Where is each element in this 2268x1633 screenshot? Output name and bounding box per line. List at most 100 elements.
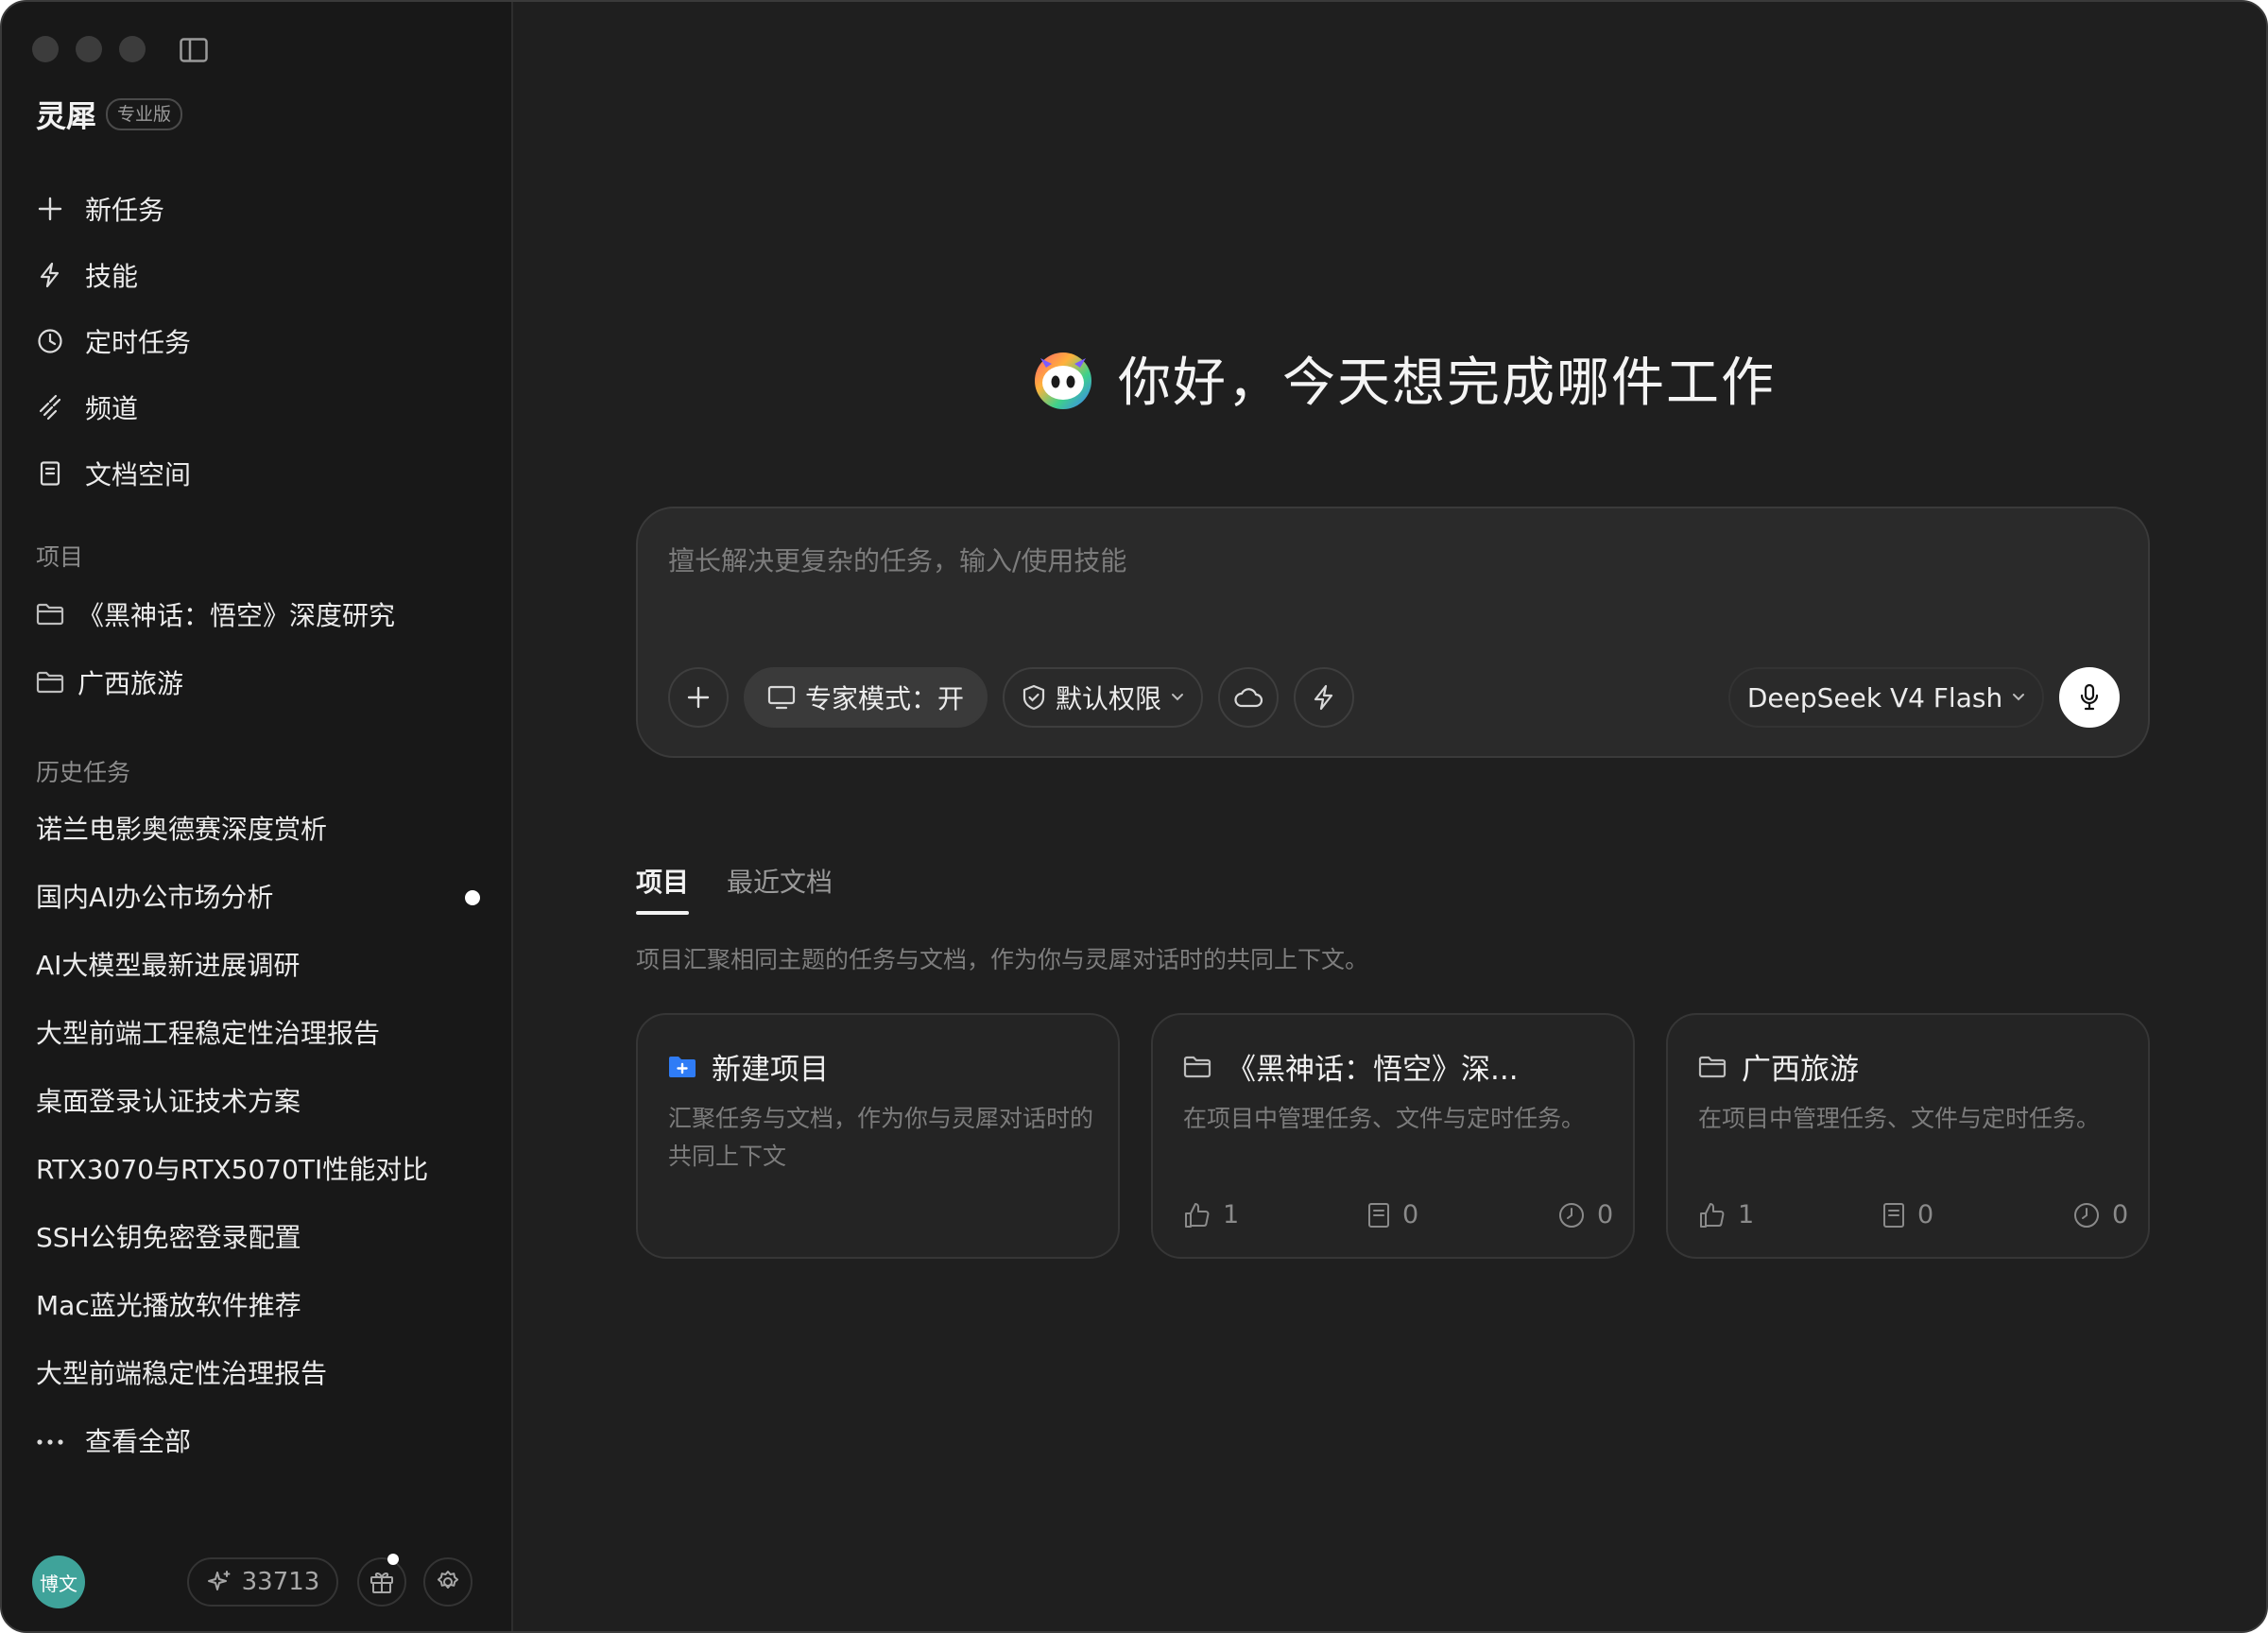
minimize-window-button[interactable] [76,36,102,62]
expert-mode-label: 专家模式：开 [804,683,964,714]
nav-label: 技能 [85,261,139,292]
more-icon [37,1439,63,1445]
notification-dot [387,1554,399,1565]
thumbs-up-icon [1185,1202,1210,1228]
prompt-input[interactable] [668,537,1991,584]
history-item[interactable]: 诺兰电影奥德赛深度赏析 [36,796,480,864]
doc-count-value: 0 [1402,1200,1419,1229]
history-item-label: 国内AI办公市场分析 [36,882,274,913]
task-count: 1 [1183,1200,1239,1229]
doc-count: 0 [1366,1200,1418,1229]
card-title-text: 新建项目 [712,1053,829,1087]
card-stats: 1 0 0 [1698,1200,2128,1234]
card-stats: 1 0 0 [1183,1200,1613,1234]
history-item[interactable]: 桌面登录认证技术方案 [36,1068,480,1136]
chevron-down-icon [1172,694,1183,701]
card-description: 在项目中管理任务、文件与定时任务。 [1698,1105,2101,1132]
tab-recent-docs[interactable]: 最近文档 [727,862,833,915]
doc-count: 0 [1881,1200,1933,1229]
nav-scheduled-tasks[interactable]: 定时任务 [36,308,480,374]
permission-dropdown[interactable]: 默认权限 [1003,667,1203,728]
project-item[interactable]: 《黑神话：悟空》深度研究 [36,580,480,648]
plus-icon [687,686,710,709]
nav-skills[interactable]: 技能 [36,242,480,308]
composer: 专家模式：开 默认权限 DeepSeek V4 Flash [636,507,2150,758]
project-cards: 新建项目 汇聚任务与文档，作为你与灵犀对话时的共同上下文 《黑神话：悟空》深..… [636,1013,2150,1259]
document-icon [1883,1202,1904,1228]
project-label: 广西旅游 [77,668,184,699]
card-description: 在项目中管理任务、文件与定时任务。 [1183,1105,1586,1132]
voice-input-button[interactable] [2059,667,2120,728]
microphone-icon [2080,683,2099,711]
model-label: DeepSeek V4 Flash [1746,681,2003,713]
nav-doc-space[interactable]: 文档空间 [36,440,480,507]
cloud-icon [1234,688,1263,708]
new-project-card[interactable]: 新建项目 汇聚任务与文档，作为你与灵犀对话时的共同上下文 [636,1013,1120,1259]
zoom-window-button[interactable] [119,36,146,62]
unread-dot [465,890,480,905]
plus-icon [36,195,64,223]
greeting: 你好，今天想完成哪件工作 [1031,340,1776,417]
doc-count-value: 0 [1917,1200,1934,1229]
tab-projects[interactable]: 项目 [636,862,690,915]
document-icon [36,459,64,488]
nav-channels[interactable]: 频道 [36,374,480,440]
channel-icon [36,393,64,421]
gift-icon [370,1572,393,1593]
card-title: 新建项目 [668,1045,829,1088]
projects-section-label: 项目 [36,543,84,571]
project-card[interactable]: 广西旅游 在项目中管理任务、文件与定时任务。 1 0 0 [1666,1013,2150,1259]
task-count: 1 [1698,1200,1754,1229]
permission-label: 默认权限 [1055,683,1161,714]
sidebar: 灵犀 专业版 新任务 技能 定时任务 频道 文档空间 项目 《黑神话：悟空》深度… [2,2,513,1631]
history-item[interactable]: 大型前端工程稳定性治理报告 [36,1000,480,1068]
view-all-history-button[interactable]: 查看全部 [36,1408,480,1476]
schedule-count-value: 0 [1597,1200,1614,1229]
card-title-text: 《黑神话：悟空》深... [1227,1053,1519,1087]
thumbs-up-icon [1700,1202,1725,1228]
chevron-down-icon [2013,694,2025,701]
tab-description: 项目汇聚相同主题的任务与文档，作为你与灵犀对话时的共同上下文。 [636,946,1369,973]
history-item[interactable]: Mac蓝光播放软件推荐 [36,1272,480,1340]
cloud-button[interactable] [1218,667,1279,728]
settings-button[interactable] [423,1557,472,1607]
credits-button[interactable]: 33713 [187,1557,338,1607]
history-item[interactable]: 国内AI办公市场分析 [36,864,480,932]
edition-badge: 专业版 [106,98,183,130]
history-section-label: 历史任务 [36,759,131,786]
clock-icon [1559,1202,1584,1228]
nav-new-task[interactable]: 新任务 [36,176,480,242]
project-item[interactable]: 广西旅游 [36,648,480,716]
greeting-text: 你好，今天想完成哪件工作 [1118,352,1776,414]
bolt-icon [1314,684,1333,711]
sidebar-toggle-icon[interactable] [180,38,208,62]
gear-icon [437,1571,459,1589]
project-card[interactable]: 《黑神话：悟空》深... 在项目中管理任务、文件与定时任务。 1 0 0 [1151,1013,1635,1259]
sparkle-icon [207,1571,231,1590]
clock-icon [2074,1202,2099,1228]
sidebar-footer: 博文 33713 [32,1554,484,1608]
model-selector[interactable]: DeepSeek V4 Flash [1728,667,2044,728]
main-nav: 新任务 技能 定时任务 频道 文档空间 [36,176,480,507]
history-item[interactable]: 大型前端稳定性治理报告 [36,1340,480,1408]
expert-mode-toggle[interactable]: 专家模式：开 [744,667,988,728]
content-tabs: 项目 最近文档 [636,862,833,915]
folder-icon [36,603,64,626]
folder-icon [36,671,64,694]
card-title: 广西旅游 [1698,1045,1859,1088]
monitor-icon [767,685,796,710]
history-item[interactable]: AI大模型最新进展调研 [36,932,480,1000]
history-item[interactable]: RTX3070与RTX5070TI性能对比 [36,1136,480,1204]
skills-button[interactable] [1294,667,1354,728]
gift-button[interactable] [357,1554,406,1607]
task-count-value: 1 [1223,1200,1240,1229]
history-list: 诺兰电影奥德赛深度赏析 国内AI办公市场分析 AI大模型最新进展调研 大型前端工… [36,796,480,1476]
avatar[interactable]: 博文 [32,1556,85,1608]
history-item[interactable]: SSH公钥免密登录配置 [36,1204,480,1272]
schedule-count-value: 0 [2112,1200,2129,1229]
folder-icon [1698,1056,1727,1077]
project-list: 《黑神话：悟空》深度研究 广西旅游 [36,580,480,716]
attach-button[interactable] [668,667,729,728]
close-window-button[interactable] [32,36,59,62]
brand: 灵犀 专业版 [36,93,183,136]
